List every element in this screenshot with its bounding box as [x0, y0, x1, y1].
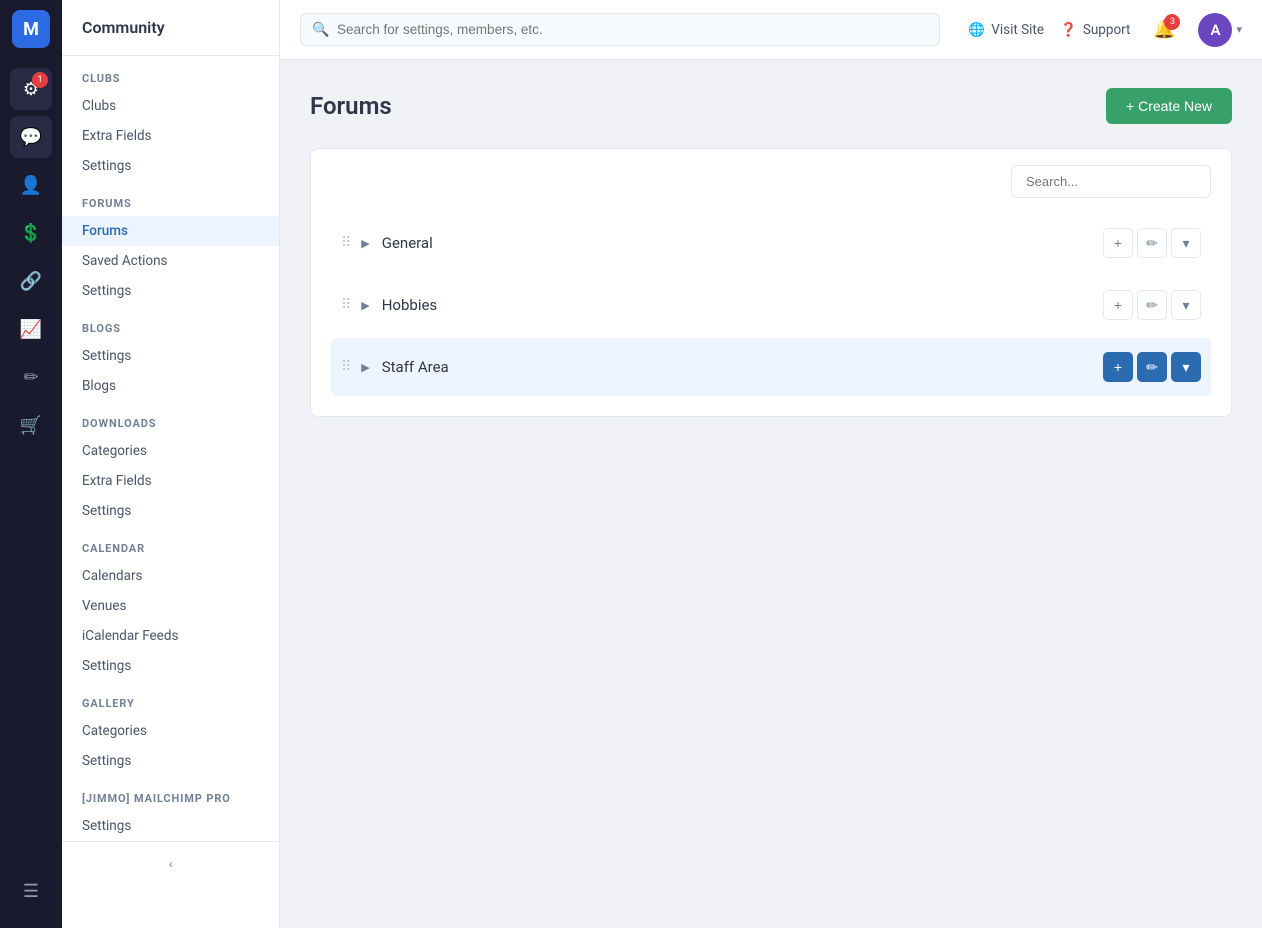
- search-wrapper: 🔍: [300, 13, 940, 46]
- forum-row-general[interactable]: ⠿ ▶ General + ✏ ▾: [331, 214, 1211, 272]
- sidebar-item-forums[interactable]: Forums: [62, 216, 279, 246]
- forums-top-bar: [331, 165, 1211, 198]
- design-icon: ✏: [23, 367, 38, 388]
- support-label: Support: [1083, 22, 1131, 38]
- visit-site-label: Visit Site: [991, 22, 1044, 38]
- sidebar-section-clubs: CLUBS: [62, 56, 279, 91]
- sidebar-item-analytics[interactable]: 📈: [10, 308, 52, 350]
- sidebar-item-store[interactable]: 🛒: [10, 404, 52, 446]
- edit-button-general[interactable]: ✏: [1137, 228, 1167, 258]
- forum-name-hobbies: Hobbies: [382, 296, 1103, 314]
- main-content: 🔍 🌐 Visit Site ❓ Support 🔔 3 A ▾: [280, 0, 1262, 928]
- add-button-general[interactable]: +: [1103, 228, 1133, 258]
- menu-icon: ☰: [23, 881, 39, 902]
- avatar: A: [1198, 13, 1232, 47]
- add-button-staff-area[interactable]: +: [1103, 352, 1133, 382]
- expand-arrow-general[interactable]: ▶: [361, 237, 369, 250]
- forum-row-hobbies[interactable]: ⠿ ▶ Hobbies + ✏ ▾: [331, 276, 1211, 334]
- visit-site-icon: 🌐: [968, 22, 985, 38]
- community-icon: 💬: [20, 127, 42, 148]
- forums-panel: ⠿ ▶ General + ✏ ▾ ⠿ ▶ Hobbies + ✏ ▾: [310, 148, 1232, 417]
- collapse-button-hobbies[interactable]: ▾: [1171, 290, 1201, 320]
- sidebar-item-clubs-settings[interactable]: Settings: [62, 151, 279, 181]
- sidebar-item-icalendar-feeds[interactable]: iCalendar Feeds: [62, 621, 279, 651]
- sidebar-item-forums-settings[interactable]: Settings: [62, 276, 279, 306]
- store-icon: 🛒: [20, 415, 42, 436]
- edit-button-hobbies[interactable]: ✏: [1137, 290, 1167, 320]
- logo[interactable]: M: [12, 10, 50, 48]
- drag-handle-staff-area: ⠿: [341, 359, 351, 375]
- sidebar-item-saved-actions[interactable]: Saved Actions: [62, 246, 279, 276]
- visit-site-link[interactable]: 🌐 Visit Site: [968, 22, 1044, 38]
- sidebar-item-calendar-settings[interactable]: Settings: [62, 651, 279, 681]
- sidebar-item-venues[interactable]: Venues: [62, 591, 279, 621]
- user-avatar-wrapper[interactable]: A ▾: [1198, 13, 1242, 47]
- forum-row-actions-hobbies: + ✏ ▾: [1103, 290, 1201, 320]
- create-new-button[interactable]: + Create New: [1106, 88, 1232, 124]
- forum-row-actions-staff-area: + ✏ ▾: [1103, 352, 1201, 382]
- add-button-hobbies[interactable]: +: [1103, 290, 1133, 320]
- chevron-down-icon: ▾: [1236, 23, 1242, 36]
- sidebar-item-calendars[interactable]: Calendars: [62, 561, 279, 591]
- sidebar: Community CLUBS Clubs Extra Fields Setti…: [62, 0, 280, 928]
- expand-arrow-hobbies[interactable]: ▶: [361, 299, 369, 312]
- page-header: Forums + Create New: [310, 88, 1232, 124]
- forum-name-general: General: [382, 234, 1103, 252]
- drag-handle-hobbies: ⠿: [341, 297, 351, 313]
- collapse-button-staff-area[interactable]: ▾: [1171, 352, 1201, 382]
- sidebar-item-downloads-categories[interactable]: Categories: [62, 436, 279, 466]
- forum-search-input[interactable]: [1011, 165, 1211, 198]
- sidebar-item-billing[interactable]: 💲: [10, 212, 52, 254]
- topnav-actions: 🌐 Visit Site ❓ Support 🔔 3 A ▾: [968, 12, 1242, 48]
- members-icon: 👤: [20, 175, 42, 196]
- sidebar-section-downloads: DOWNLOADS: [62, 401, 279, 436]
- sidebar-item-downloads-settings[interactable]: Settings: [62, 496, 279, 526]
- support-link[interactable]: ❓ Support: [1060, 22, 1130, 38]
- sidebar-item-clubs[interactable]: Clubs: [62, 91, 279, 121]
- forum-row-staff-area[interactable]: ⠿ ▶ Staff Area + ✏ ▾: [331, 338, 1211, 396]
- page-content: Forums + Create New ⠿ ▶ General + ✏ ▾ ⠿: [280, 60, 1262, 928]
- sidebar-menu-icon[interactable]: ☰: [10, 870, 52, 912]
- notifications-button[interactable]: 🔔 3: [1146, 12, 1182, 48]
- sidebar-title: Community: [62, 0, 279, 56]
- sidebar-item-mailchimp-settings[interactable]: Settings: [62, 811, 279, 841]
- page-title: Forums: [310, 92, 392, 120]
- sidebar-item-integrations[interactable]: 🔗: [10, 260, 52, 302]
- sidebar-item-gallery-settings[interactable]: Settings: [62, 746, 279, 776]
- sidebar-collapse-button[interactable]: ‹: [159, 852, 183, 876]
- sidebar-section-mailchimp: [JIMMO] MAILCHIMP PRO: [62, 776, 279, 811]
- sidebar-item-blogs[interactable]: Blogs: [62, 371, 279, 401]
- sidebar-item-downloads-extra-fields[interactable]: Extra Fields: [62, 466, 279, 496]
- expand-arrow-staff-area[interactable]: ▶: [361, 361, 369, 374]
- billing-icon: 💲: [20, 223, 42, 244]
- analytics-icon: 📈: [20, 319, 42, 340]
- sidebar-section-calendar: CALENDAR: [62, 526, 279, 561]
- sidebar-section-blogs: BLOGS: [62, 306, 279, 341]
- collapse-button-general[interactable]: ▾: [1171, 228, 1201, 258]
- sidebar-item-community[interactable]: 💬: [10, 116, 52, 158]
- search-input[interactable]: [300, 13, 940, 46]
- sidebar-item-members[interactable]: 👤: [10, 164, 52, 206]
- search-icon: 🔍: [312, 22, 329, 38]
- notification-badge: 3: [1164, 14, 1180, 30]
- settings-badge: 1: [32, 72, 48, 88]
- sidebar-item-gallery-categories[interactable]: Categories: [62, 716, 279, 746]
- sidebar-footer: ‹: [62, 841, 279, 886]
- topnav: 🔍 🌐 Visit Site ❓ Support 🔔 3 A ▾: [280, 0, 1262, 60]
- integrations-icon: 🔗: [20, 271, 42, 292]
- support-icon: ❓: [1060, 22, 1077, 38]
- edit-button-staff-area[interactable]: ✏: [1137, 352, 1167, 382]
- sidebar-section-gallery: GALLERY: [62, 681, 279, 716]
- icon-bar: M ⚙ 1 💬 👤 💲 🔗 📈 ✏ 🛒 ☰: [0, 0, 62, 928]
- forum-row-actions-general: + ✏ ▾: [1103, 228, 1201, 258]
- sidebar-item-settings[interactable]: ⚙ 1: [10, 68, 52, 110]
- sidebar-section-forums: FORUMS: [62, 181, 279, 216]
- sidebar-item-clubs-extra-fields[interactable]: Extra Fields: [62, 121, 279, 151]
- sidebar-item-blogs-settings[interactable]: Settings: [62, 341, 279, 371]
- sidebar-item-design[interactable]: ✏: [10, 356, 52, 398]
- forum-name-staff-area: Staff Area: [382, 358, 1103, 376]
- drag-handle-general: ⠿: [341, 235, 351, 251]
